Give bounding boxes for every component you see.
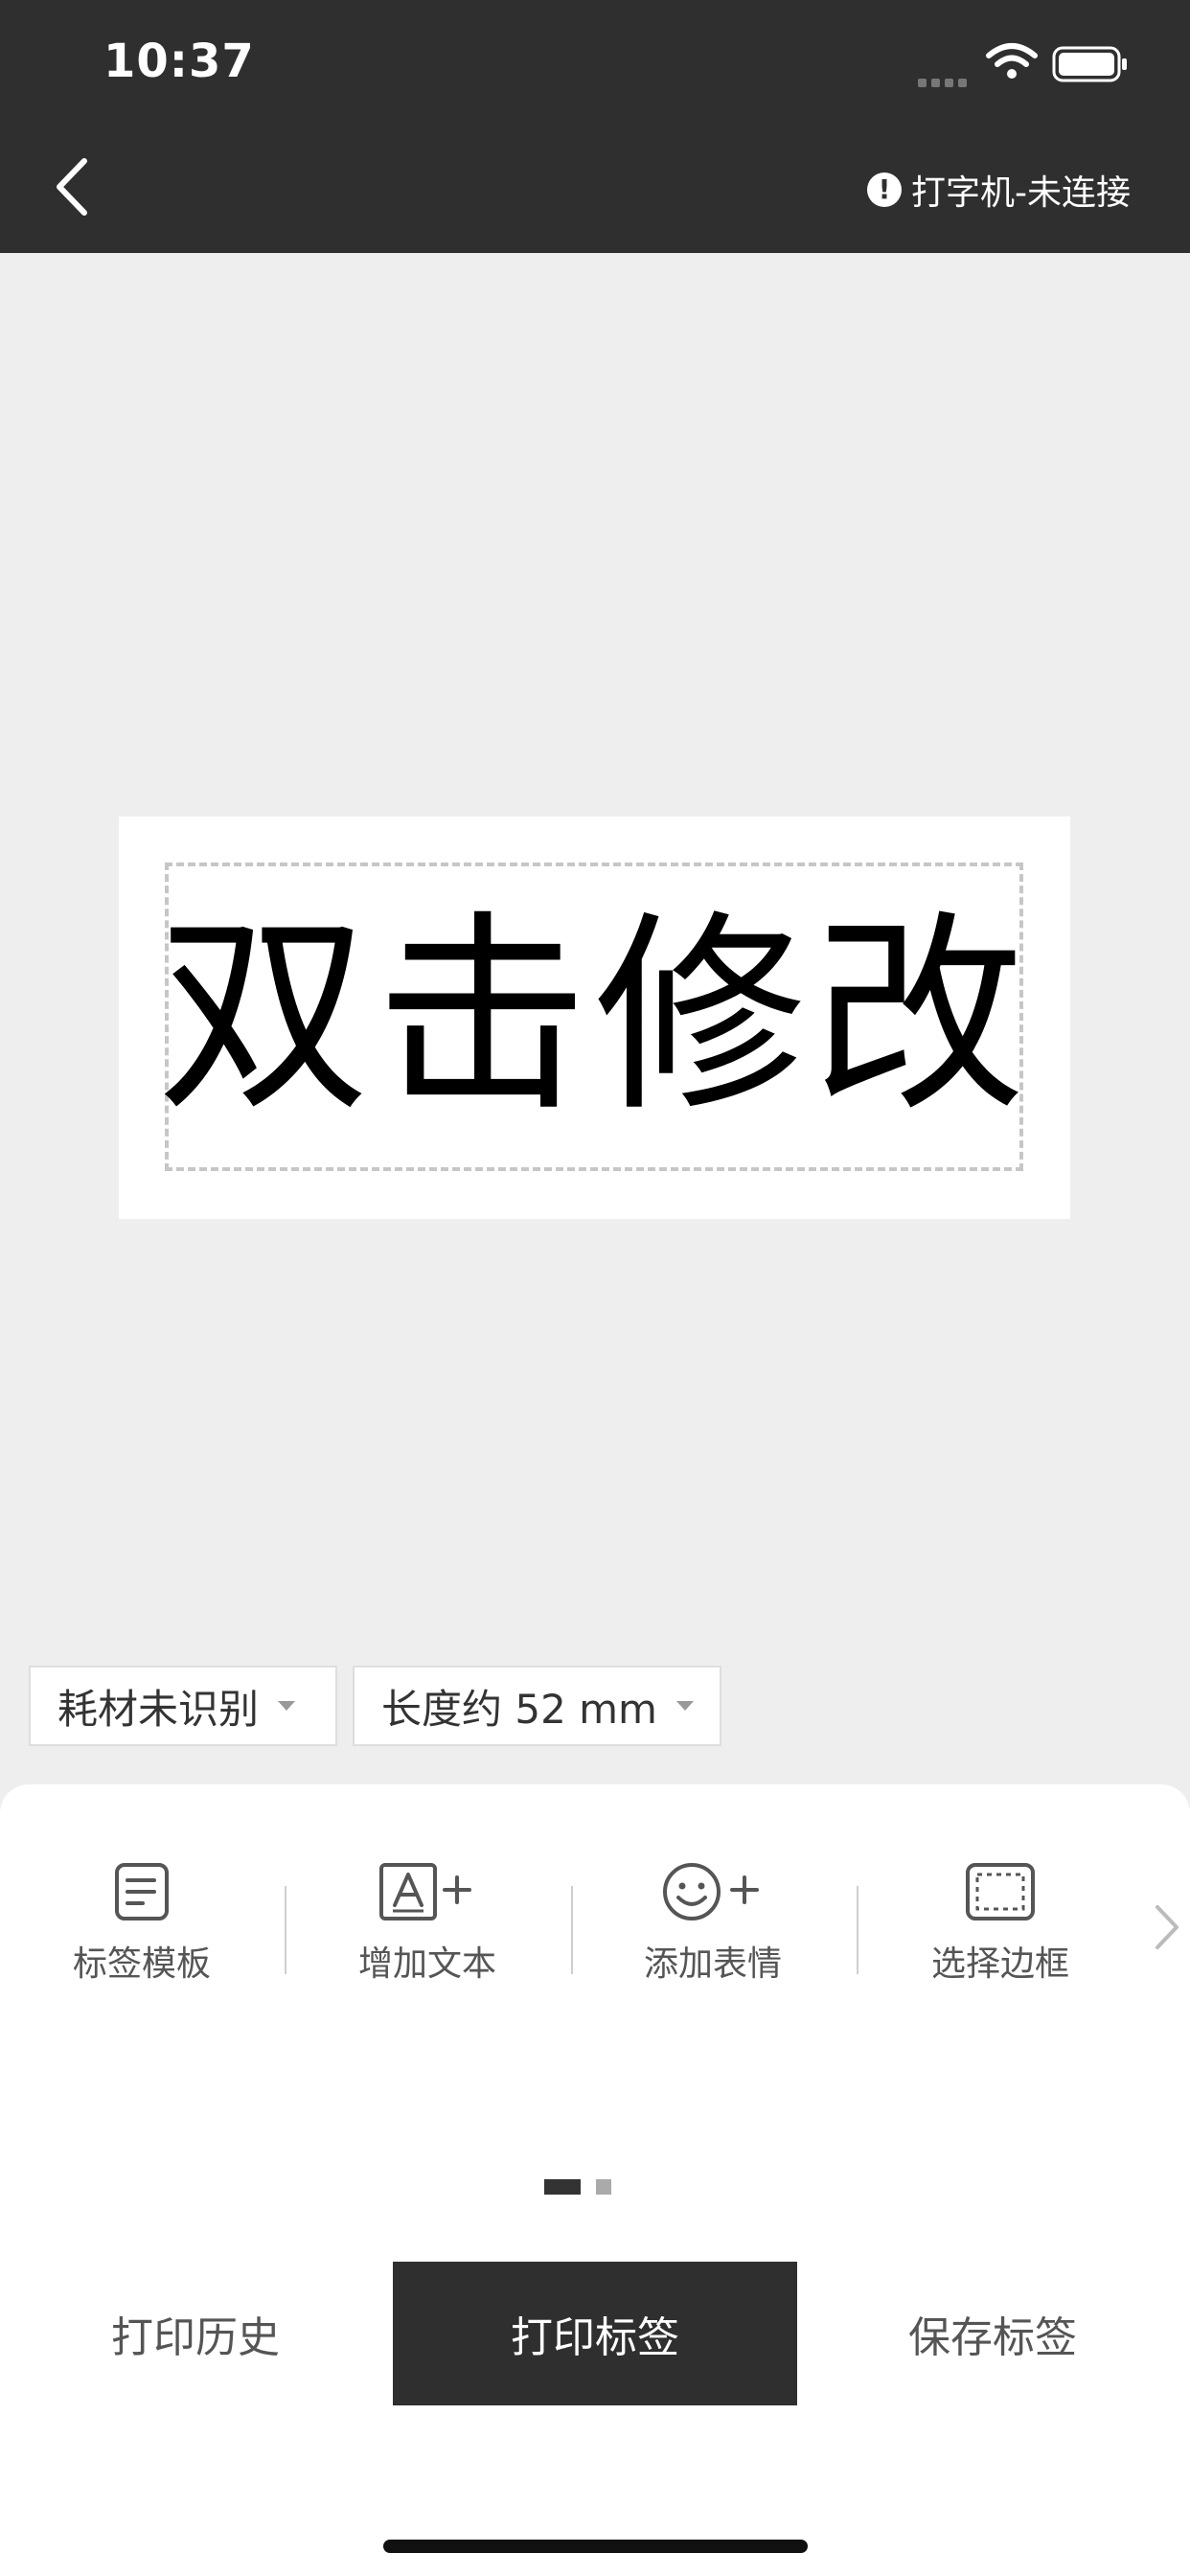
wifi-icon <box>986 43 1038 79</box>
printer-connection-status[interactable]: ! 打字机-未连接 <box>867 167 1131 213</box>
home-indicator[interactable] <box>383 2540 808 2553</box>
consumable-dropdown[interactable]: 耗材未识别 <box>29 1666 337 1746</box>
caret-down-icon <box>675 1701 694 1711</box>
tool-select-border[interactable]: 选择边框 <box>876 1861 1125 1986</box>
bottom-panel: 标签模板 增加文本 添加表情 选择边框 打印历史 打印标签 保存标签 <box>0 1784 1190 2576</box>
tool-label: 增加文本 <box>357 1944 496 1984</box>
add-text-icon <box>379 1863 471 1920</box>
tool-label: 标签模板 <box>72 1944 211 1984</box>
toolbar-divider <box>857 1886 858 1974</box>
printer-status-text: 打字机-未连接 <box>911 173 1131 213</box>
consumable-value: 耗材未识别 <box>57 1685 260 1733</box>
template-icon <box>115 1863 169 1920</box>
print-history-button[interactable]: 打印历史 <box>23 2262 368 2405</box>
tool-label: 添加表情 <box>643 1944 782 1984</box>
border-icon <box>966 1863 1035 1920</box>
tool-add-emoji[interactable]: 添加表情 <box>588 1861 837 1986</box>
tool-label-template[interactable]: 标签模板 <box>17 1861 266 1986</box>
print-label-button[interactable]: 打印标签 <box>393 2262 797 2405</box>
length-value: 长度约 52 mm <box>381 1685 657 1733</box>
page-indicator[interactable] <box>544 2179 611 2195</box>
signal-icon <box>918 73 972 91</box>
toolbar-divider <box>571 1886 573 1974</box>
toolbar-divider <box>285 1886 286 1974</box>
save-label-button[interactable]: 保存标签 <box>820 2262 1165 2405</box>
tool-label: 选择边框 <box>930 1944 1069 1984</box>
label-text-box[interactable]: 双击修改 <box>157 862 1025 1171</box>
label-text[interactable]: 双击修改 <box>157 910 1031 1123</box>
label-canvas[interactable]: 双击修改 <box>119 816 1070 1219</box>
chevron-right-icon[interactable] <box>1152 1901 1180 1953</box>
add-emoji-icon <box>663 1863 759 1920</box>
page-dot-active[interactable] <box>544 2179 581 2195</box>
tool-add-text[interactable]: 增加文本 <box>303 1861 552 1986</box>
back-button[interactable] <box>46 153 103 220</box>
caret-down-icon <box>278 1701 296 1711</box>
page-dot[interactable] <box>596 2179 611 2195</box>
status-time: 10:37 <box>103 34 255 88</box>
top-bar: 10:37 ! 打字机-未连接 <box>0 0 1190 253</box>
battery-icon <box>1052 46 1127 82</box>
alert-icon: ! <box>867 172 902 207</box>
length-dropdown[interactable]: 长度约 52 mm <box>353 1666 721 1746</box>
